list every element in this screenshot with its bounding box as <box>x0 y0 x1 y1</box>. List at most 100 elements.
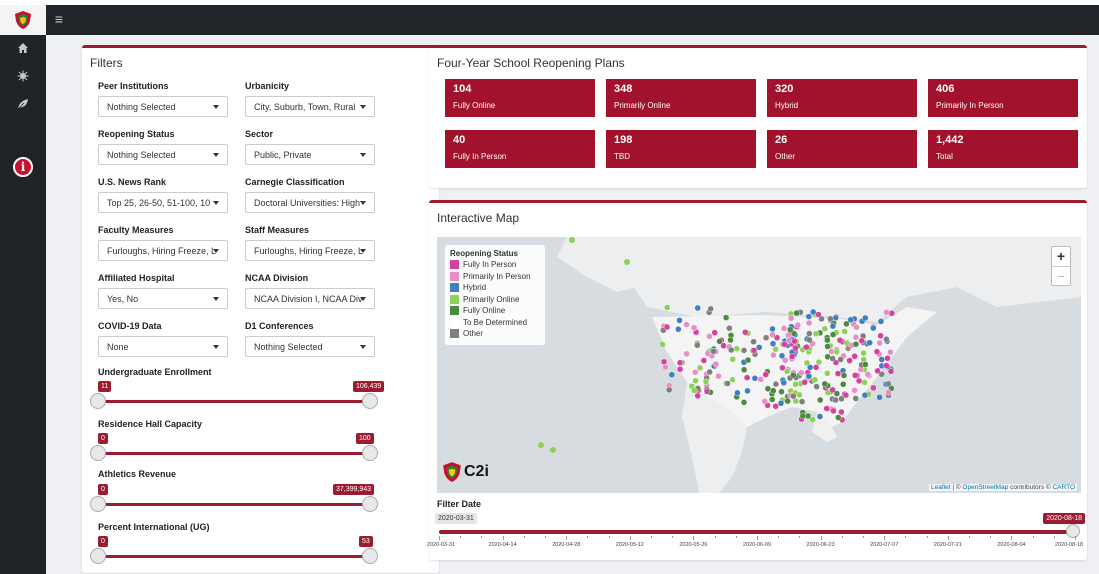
affiliated-hospital-select[interactable]: Yes, No <box>98 288 228 309</box>
school-marker[interactable] <box>861 379 868 386</box>
school-marker[interactable] <box>550 447 556 453</box>
school-marker[interactable] <box>762 334 770 341</box>
school-marker[interactable] <box>841 328 848 335</box>
school-marker[interactable] <box>796 391 803 399</box>
school-marker[interactable] <box>799 412 806 420</box>
school-marker[interactable] <box>787 314 795 322</box>
school-marker[interactable] <box>851 352 858 360</box>
school-marker[interactable] <box>813 383 820 390</box>
school-marker[interactable] <box>706 333 713 340</box>
school-marker[interactable] <box>728 346 735 354</box>
slider-max-handle[interactable] <box>362 445 378 461</box>
school-marker[interactable] <box>772 403 779 410</box>
slider-min-handle[interactable] <box>90 445 106 461</box>
school-marker[interactable] <box>877 332 884 340</box>
school-marker[interactable] <box>864 371 871 378</box>
school-marker[interactable] <box>683 350 690 358</box>
urbanicity-select[interactable]: City, Suburb, Town, Rural <box>245 96 375 117</box>
school-marker[interactable] <box>733 345 740 352</box>
school-marker[interactable] <box>824 370 831 377</box>
school-marker[interactable] <box>740 366 748 374</box>
school-marker[interactable] <box>742 329 749 336</box>
school-marker[interactable] <box>750 347 758 354</box>
school-marker[interactable] <box>676 317 683 324</box>
school-marker[interactable] <box>659 341 666 348</box>
school-marker[interactable] <box>837 356 844 363</box>
school-marker[interactable] <box>833 348 840 356</box>
school-marker[interactable] <box>538 442 544 448</box>
school-marker[interactable] <box>770 387 777 394</box>
school-marker[interactable] <box>662 363 669 371</box>
school-marker[interactable] <box>851 387 858 394</box>
school-marker[interactable] <box>815 358 823 366</box>
osm-link[interactable]: OpenStreetMap <box>962 484 1008 491</box>
school-marker[interactable] <box>676 359 684 367</box>
school-marker[interactable] <box>668 371 676 378</box>
school-marker[interactable] <box>866 339 873 346</box>
school-marker[interactable] <box>852 395 859 402</box>
school-marker[interactable] <box>729 356 736 363</box>
school-marker[interactable] <box>823 405 830 412</box>
covid-data-select[interactable]: None <box>98 336 228 357</box>
school-marker[interactable] <box>829 331 837 338</box>
school-marker[interactable] <box>751 375 759 382</box>
zoom-out-button[interactable]: − <box>1052 267 1070 287</box>
school-marker[interactable] <box>663 304 671 311</box>
school-marker[interactable] <box>877 318 885 325</box>
school-marker[interactable] <box>744 356 752 364</box>
school-marker[interactable] <box>887 348 894 356</box>
school-marker[interactable] <box>734 389 741 397</box>
school-marker[interactable] <box>769 396 776 403</box>
residence-hall-slider[interactable] <box>98 452 370 455</box>
school-marker[interactable] <box>772 380 780 388</box>
school-marker[interactable] <box>706 368 713 376</box>
school-marker[interactable] <box>694 341 701 349</box>
school-marker[interactable] <box>787 326 794 333</box>
school-marker[interactable] <box>873 348 881 355</box>
school-marker[interactable] <box>812 330 820 338</box>
school-marker[interactable] <box>816 413 824 420</box>
school-marker[interactable] <box>727 336 734 344</box>
school-marker[interactable] <box>716 338 723 345</box>
carto-link[interactable]: CARTO <box>1052 484 1075 491</box>
slider-min-handle[interactable] <box>90 496 106 512</box>
percent-international-slider[interactable] <box>98 555 370 558</box>
school-marker[interactable] <box>710 348 717 355</box>
reopening-status-select[interactable]: Nothing Selected <box>98 144 228 165</box>
school-marker[interactable] <box>722 314 730 321</box>
school-marker[interactable] <box>805 372 813 380</box>
school-marker[interactable] <box>691 387 698 394</box>
slider-max-handle[interactable] <box>362 548 378 564</box>
school-marker[interactable] <box>817 396 824 404</box>
school-marker[interactable] <box>870 384 877 392</box>
sector-select[interactable]: Public, Private <box>245 144 375 165</box>
school-marker[interactable] <box>832 396 839 404</box>
school-marker[interactable] <box>703 388 711 395</box>
school-marker[interactable] <box>861 391 869 399</box>
school-marker[interactable] <box>835 414 842 421</box>
school-marker[interactable] <box>829 355 836 362</box>
school-marker[interactable] <box>852 372 859 379</box>
school-marker[interactable] <box>811 376 819 384</box>
home-icon[interactable] <box>14 41 32 59</box>
virus-icon[interactable] <box>14 69 32 87</box>
school-marker[interactable] <box>743 374 751 381</box>
school-marker[interactable] <box>769 340 777 347</box>
school-marker[interactable] <box>824 343 831 350</box>
school-marker[interactable] <box>780 325 788 332</box>
school-marker[interactable] <box>696 364 704 372</box>
school-marker[interactable] <box>846 357 853 364</box>
school-marker[interactable] <box>683 321 690 328</box>
school-marker[interactable] <box>740 347 748 354</box>
school-marker[interactable] <box>876 339 883 347</box>
school-marker[interactable] <box>692 369 699 376</box>
school-marker[interactable] <box>778 388 785 395</box>
info-icon[interactable]: i <box>13 157 33 177</box>
school-marker[interactable] <box>885 389 892 396</box>
school-marker[interactable] <box>858 337 865 345</box>
school-marker[interactable] <box>700 357 708 364</box>
school-marker[interactable] <box>876 394 883 401</box>
school-marker[interactable] <box>792 344 799 352</box>
school-marker[interactable] <box>569 237 575 243</box>
school-marker[interactable] <box>883 362 890 369</box>
